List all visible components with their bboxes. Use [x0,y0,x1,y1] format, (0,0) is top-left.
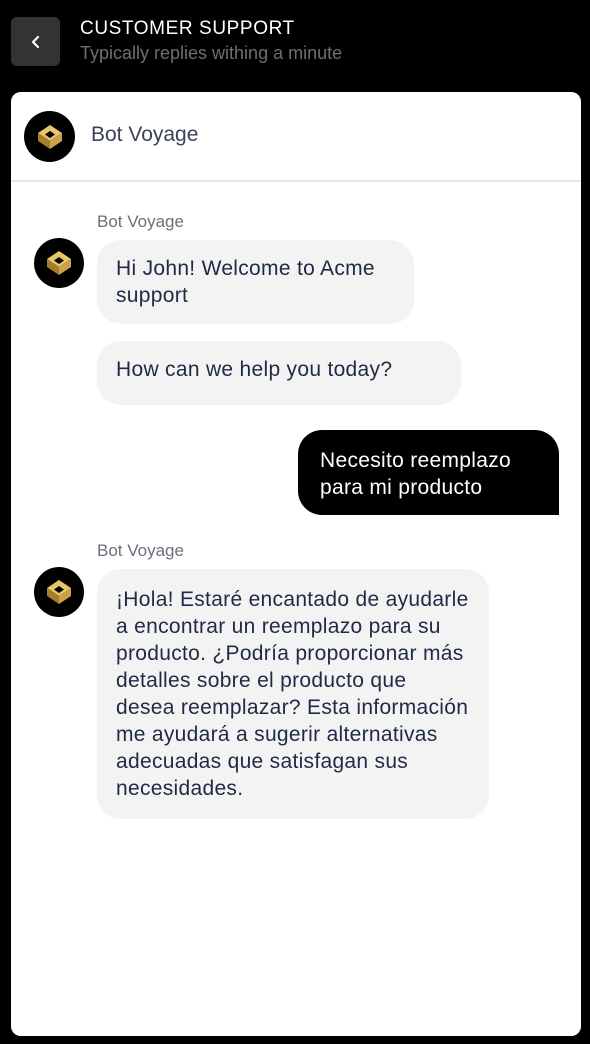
bot-header: Bot Voyage [11,92,581,182]
bot-message-bubble: ¡Hola! Estaré encantado de ayudarle a en… [97,569,489,819]
back-button[interactable] [11,17,60,66]
user-message-bubble: Necesito reemplazo para mi producto [298,430,559,515]
header-subtitle: Typically replies withing a minute [80,43,343,63]
bot-message-bubble: Hi John! Welcome to Acme support [97,240,414,324]
chevron-left-icon [31,35,39,48]
bot-message-avatar [34,238,84,288]
message-list[interactable]: Bot Voyage Hi John! Welcome to Acme supp… [11,182,581,1036]
message-sender: Bot Voyage [97,212,184,231]
bot-name: Bot Voyage [91,123,199,146]
top-bar: CUSTOMER SUPPORT Typically replies withi… [0,0,590,92]
gold-cube-logo-icon [47,251,71,275]
bot-message-bubble: How can we help you today? [97,341,461,405]
gold-cube-logo-icon [37,124,62,149]
bot-message-avatar [34,567,84,617]
message-sender: Bot Voyage [97,541,184,560]
header-title: CUSTOMER SUPPORT [80,18,295,39]
bot-avatar [24,111,75,162]
chat-panel: Bot Voyage Bot Voyage Hi John! Welcome t… [11,92,581,1036]
gold-cube-logo-icon [47,580,71,604]
